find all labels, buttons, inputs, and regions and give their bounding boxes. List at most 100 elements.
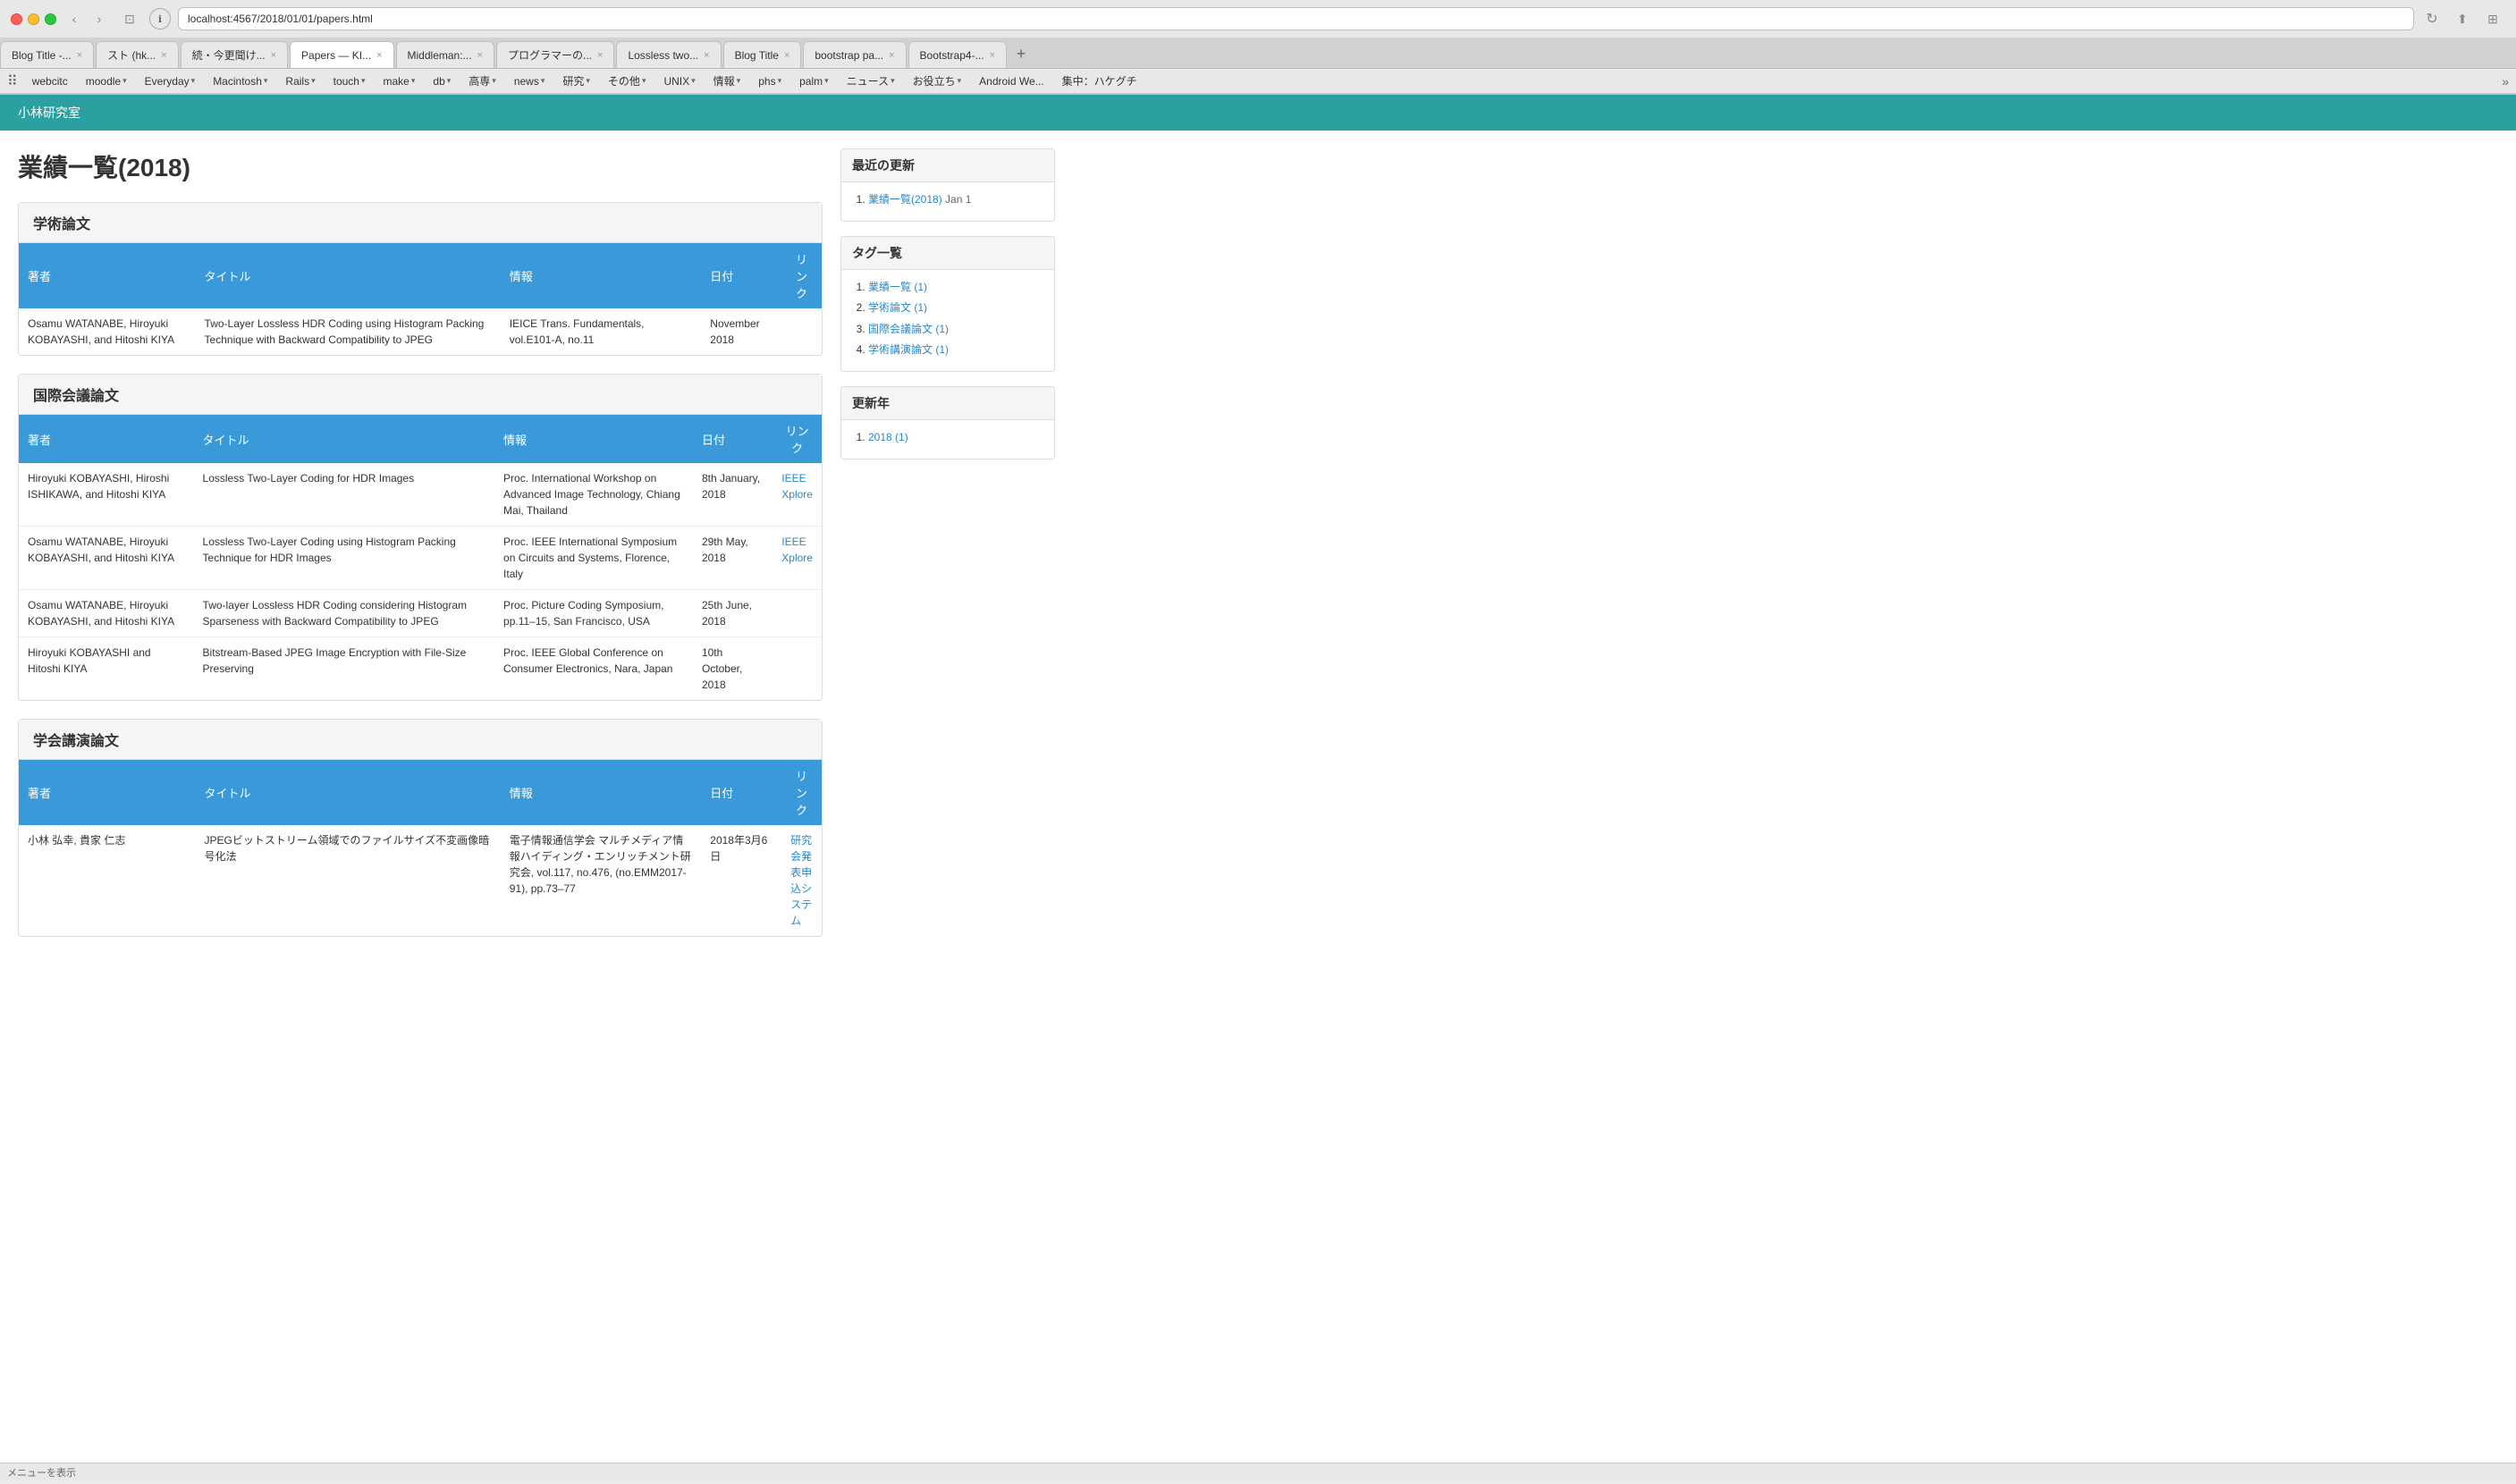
tab-7[interactable]: Blog Title × bbox=[723, 41, 802, 68]
tab-3[interactable]: Papers — KI... × bbox=[290, 41, 393, 68]
bookmark-macintosh[interactable]: Macintosh ▾ bbox=[206, 73, 274, 89]
tab-close-6[interactable]: × bbox=[704, 50, 709, 61]
bookmark-sonota[interactable]: その他 ▾ bbox=[601, 72, 654, 90]
bookmark-rails[interactable]: Rails ▾ bbox=[278, 73, 322, 89]
intl-link-0: IEEE Xplore bbox=[773, 463, 822, 527]
academic-link-0 bbox=[781, 308, 822, 355]
tab-close-1[interactable]: × bbox=[161, 50, 166, 61]
tab-close-3[interactable]: × bbox=[376, 50, 382, 61]
bookmark-kenkyu[interactable]: 研究 ▾ bbox=[555, 72, 597, 90]
domestic-section-header: 学会講演論文 bbox=[19, 720, 822, 760]
content-area: 業績一覧(2018) 学術論文 著者 タイトル 情報 日付 リンク bbox=[18, 148, 823, 955]
tag-link-2[interactable]: 国際会議論文 (1) bbox=[868, 323, 949, 335]
academic-date-0: November 2018 bbox=[701, 308, 781, 355]
tab-close-0[interactable]: × bbox=[77, 50, 82, 61]
ieee-link-1[interactable]: IEEE bbox=[781, 535, 806, 548]
bookmark-webcitc[interactable]: webcitc bbox=[25, 73, 75, 89]
intl-title-3: Bitstream-Based JPEG Image Encryption wi… bbox=[194, 637, 495, 701]
bookmark-oyakudachi[interactable]: お役立ち ▾ bbox=[906, 72, 969, 90]
tab-close-2[interactable]: × bbox=[271, 50, 276, 61]
table-row: Osamu WATANABE, Hiroyuki KOBAYASHI, and … bbox=[19, 527, 822, 590]
bookmark-news[interactable]: news ▾ bbox=[507, 73, 553, 89]
url-bar[interactable]: localhost:4567/2018/01/01/papers.html bbox=[178, 7, 2414, 30]
sidebar-tags-list: 業績一覧 (1) 学術論文 (1) 国際会議論文 (1) 学術講演論文 (1) bbox=[852, 279, 1043, 358]
tab-close-9[interactable]: × bbox=[990, 50, 995, 61]
bookmark-moodle[interactable]: moodle ▾ bbox=[79, 73, 134, 89]
academic-th-link: リンク bbox=[781, 243, 822, 308]
site-header: 小林研究室 bbox=[0, 95, 2516, 131]
bookmark-news2[interactable]: ニュース ▾ bbox=[840, 72, 902, 90]
tab-close-8[interactable]: × bbox=[889, 50, 894, 61]
table-row: Osamu WATANABE, Hiroyuki KOBAYASHI, and … bbox=[19, 590, 822, 637]
bookmark-everyday[interactable]: Everyday ▾ bbox=[138, 73, 203, 89]
back-button[interactable]: ‹ bbox=[63, 8, 85, 30]
sidebar-toggle-button[interactable]: ⊡ bbox=[117, 8, 142, 30]
academic-th-info: 情報 bbox=[501, 243, 702, 308]
tag-link-0[interactable]: 業績一覧 (1) bbox=[868, 281, 927, 293]
grid-icon[interactable]: ⠿ bbox=[7, 72, 18, 90]
bookmark-kakeguchi[interactable]: 集中：ハケグチ bbox=[1055, 72, 1144, 90]
dom-link-text-0[interactable]: 研究会発表申込システム bbox=[790, 834, 812, 927]
bookmark-phs[interactable]: phs ▾ bbox=[751, 73, 789, 89]
tab-9[interactable]: Bootstrap4-... × bbox=[908, 41, 1007, 68]
bookmark-touch[interactable]: touch ▾ bbox=[326, 73, 373, 89]
tab-1[interactable]: スト (hk... × bbox=[96, 41, 178, 68]
minimize-button[interactable] bbox=[28, 13, 39, 25]
reload-button[interactable]: ↻ bbox=[2421, 8, 2443, 30]
bookmark-joho[interactable]: 情報 ▾ bbox=[706, 72, 748, 90]
intl-date-0: 8th January, 2018 bbox=[693, 463, 773, 527]
tab-label: Blog Title bbox=[735, 49, 779, 62]
academic-th-author: 著者 bbox=[19, 243, 196, 308]
new-tab-add-button[interactable]: + bbox=[1009, 41, 1034, 66]
tab-0[interactable]: Blog Title -... × bbox=[0, 41, 94, 68]
tab-label: bootstrap pa... bbox=[815, 49, 883, 62]
tab-close-4[interactable]: × bbox=[477, 50, 483, 61]
bookmark-db[interactable]: db ▾ bbox=[426, 73, 458, 89]
international-section-header: 国際会議論文 bbox=[19, 375, 822, 415]
tab-5[interactable]: プログラマーの... × bbox=[496, 41, 614, 68]
forward-button[interactable]: › bbox=[89, 8, 110, 30]
bookmark-android[interactable]: Android We... bbox=[972, 73, 1051, 89]
recent-link-0[interactable]: 業績一覧(2018) bbox=[868, 193, 942, 206]
xplore-link-0[interactable]: Xplore bbox=[781, 488, 813, 501]
intl-info-3: Proc. IEEE Global Conference on Consumer… bbox=[494, 637, 693, 701]
close-button[interactable] bbox=[11, 13, 22, 25]
dom-info-0: 電子情報通信学会 マルチメディア情報ハイディング・エンリッチメント研究会, vo… bbox=[501, 825, 702, 936]
intl-th-link: リンク bbox=[773, 415, 822, 463]
bookmark-palm[interactable]: palm ▾ bbox=[792, 73, 836, 89]
sidebar-recent-title: 最近の更新 bbox=[841, 149, 1054, 182]
table-row: 小林 弘幸, 貴家 仁志 JPEGビットストリーム領域でのファイルサイズ不変画像… bbox=[19, 825, 822, 936]
page-info-button[interactable]: ℹ bbox=[149, 8, 171, 30]
tag-link-3[interactable]: 学術講演論文 (1) bbox=[868, 343, 949, 356]
tab-6[interactable]: Lossless two... × bbox=[616, 41, 721, 68]
tag-link-1[interactable]: 学術論文 (1) bbox=[868, 301, 927, 314]
sidebar-years-list: 2018 (1) bbox=[852, 429, 1043, 446]
intl-info-0: Proc. International Workshop on Advanced… bbox=[494, 463, 693, 527]
bookmark-make[interactable]: make ▾ bbox=[376, 73, 423, 89]
sidebar-years-box: 更新年 2018 (1) bbox=[840, 386, 1055, 460]
list-item: 学術論文 (1) bbox=[868, 299, 1043, 316]
tab-close-7[interactable]: × bbox=[784, 50, 789, 61]
bookmark-kosen[interactable]: 高専 ▾ bbox=[461, 72, 503, 90]
tab-2[interactable]: 続・今更聞け... × bbox=[181, 41, 288, 68]
year-link-0[interactable]: 2018 (1) bbox=[868, 431, 908, 443]
bookmark-unix[interactable]: UNIX ▾ bbox=[656, 73, 702, 89]
tab-4[interactable]: Middleman:... × bbox=[396, 41, 494, 68]
maximize-button[interactable] bbox=[45, 13, 56, 25]
tab-close-5[interactable]: × bbox=[597, 50, 603, 61]
dom-th-author: 著者 bbox=[19, 760, 196, 825]
status-left: メニューを表示 bbox=[7, 1465, 76, 1480]
ieee-link-0[interactable]: IEEE bbox=[781, 472, 806, 485]
new-tab-button[interactable]: ⊞ bbox=[2480, 8, 2505, 30]
url-text: localhost:4567/2018/01/01/papers.html bbox=[188, 13, 373, 25]
table-row: Osamu WATANABE, Hiroyuki KOBAYASHI, and … bbox=[19, 308, 822, 355]
dom-date-0: 2018年3月6日 bbox=[701, 825, 781, 936]
xplore-link-1[interactable]: Xplore bbox=[781, 552, 813, 564]
intl-author-2: Osamu WATANABE, Hiroyuki KOBAYASHI, and … bbox=[19, 590, 194, 637]
bookmarks-more-icon[interactable]: » bbox=[2502, 74, 2509, 89]
share-button[interactable]: ⬆ bbox=[2450, 8, 2475, 30]
tab-8[interactable]: bootstrap pa... × bbox=[803, 41, 906, 68]
traffic-lights[interactable] bbox=[11, 13, 56, 25]
list-item: 国際会議論文 (1) bbox=[868, 321, 1043, 338]
list-item: 業績一覧 (1) bbox=[868, 279, 1043, 296]
